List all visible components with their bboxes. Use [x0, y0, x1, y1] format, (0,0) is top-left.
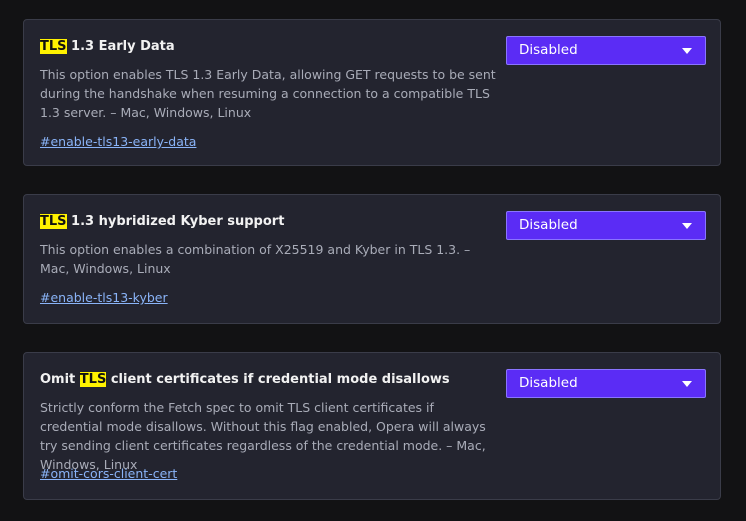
flag-card-tls13-kyber: TLS 1.3 hybridized Kyber support This op… — [23, 194, 721, 324]
flag-description: This option enables a combination of X25… — [40, 242, 471, 276]
search-highlight: TLS — [40, 39, 67, 54]
flag-description: Strictly conform the Fetch spec to omit … — [40, 400, 486, 472]
dropdown-selected-value: Disabled — [519, 42, 578, 58]
flag-state-dropdown[interactable]: Disabled — [506, 36, 706, 65]
flag-title: Omit TLS client certificates if credenti… — [40, 372, 450, 387]
flag-title: TLS 1.3 Early Data — [40, 39, 175, 54]
flag-card-tls13-early-data: TLS 1.3 Early Data This option enables T… — [23, 19, 721, 166]
search-highlight: TLS — [40, 214, 67, 229]
flag-permalink[interactable]: #omit-cors-client-cert — [40, 464, 177, 483]
flag-card-omit-cors-client-cert: Omit TLS client certificates if credenti… — [23, 352, 721, 500]
dropdown-selected-value: Disabled — [519, 375, 578, 391]
dropdown-selected-value: Disabled — [519, 217, 578, 233]
flag-state-dropdown[interactable]: Disabled — [506, 369, 706, 398]
flag-title: TLS 1.3 hybridized Kyber support — [40, 214, 285, 229]
chevron-down-icon — [682, 381, 692, 387]
flag-description: This option enables TLS 1.3 Early Data, … — [40, 67, 496, 120]
chevron-down-icon — [682, 223, 692, 229]
flag-state-dropdown[interactable]: Disabled — [506, 211, 706, 240]
flag-permalink[interactable]: #enable-tls13-early-data — [40, 132, 196, 151]
chevron-down-icon — [682, 48, 692, 54]
flag-permalink[interactable]: #enable-tls13-kyber — [40, 288, 168, 307]
search-highlight: TLS — [79, 372, 107, 387]
